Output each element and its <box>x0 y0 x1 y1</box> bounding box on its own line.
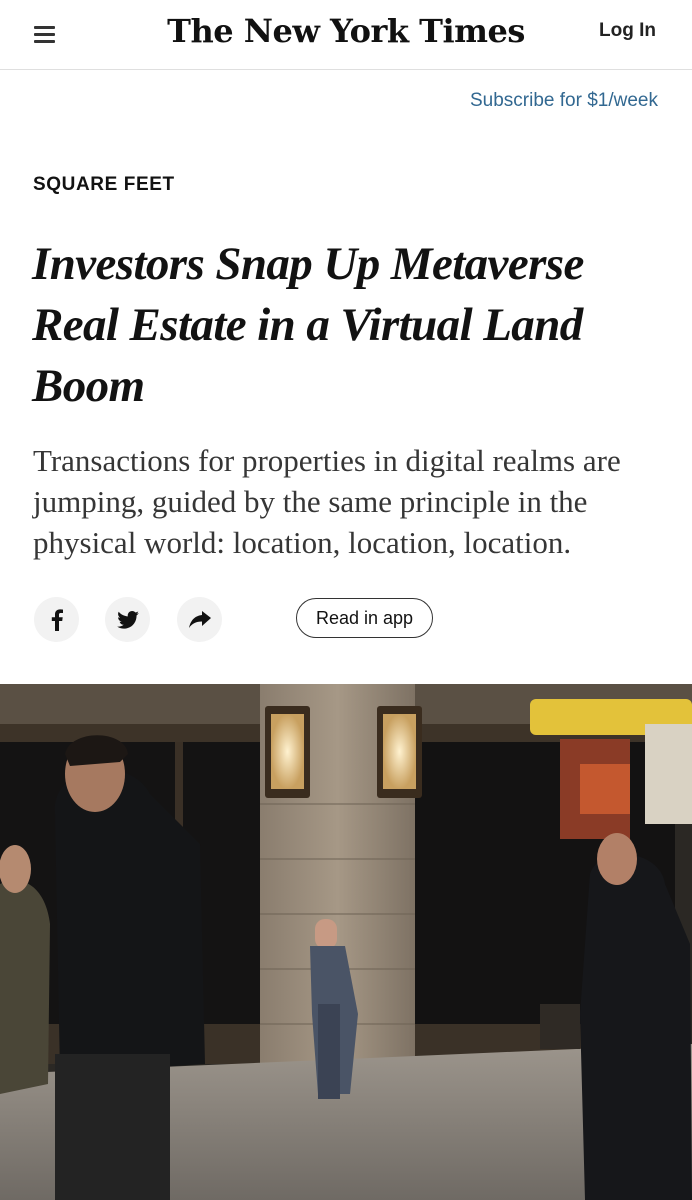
facebook-icon <box>51 608 63 631</box>
twitter-icon <box>116 610 139 629</box>
site-header: The New York Times Log In <box>0 0 692 70</box>
share-button[interactable] <box>177 597 222 642</box>
login-button[interactable]: Log In <box>599 20 656 42</box>
read-in-app-button[interactable]: Read in app <box>296 598 433 638</box>
site-logo[interactable]: The New York Times <box>0 12 692 50</box>
twitter-share-button[interactable] <box>105 597 150 642</box>
article-headline: Investors Snap Up Metaverse Real Estate … <box>32 238 584 412</box>
article-summary: Transactions for properties in digital r… <box>33 443 621 560</box>
facebook-share-button[interactable] <box>34 597 79 642</box>
section-kicker[interactable]: SQUARE FEET <box>33 174 175 196</box>
article-photo[interactable] <box>0 684 692 1200</box>
share-arrow-icon <box>188 610 211 628</box>
subscribe-link[interactable]: Subscribe for $1/week <box>470 90 658 112</box>
